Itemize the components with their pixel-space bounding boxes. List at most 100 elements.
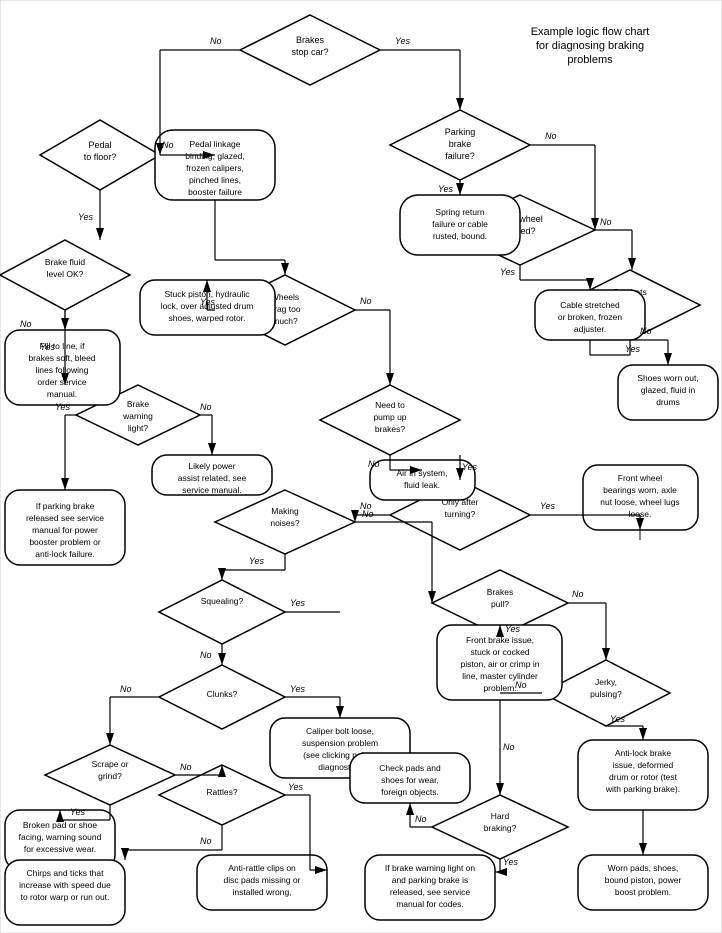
caliper-bolt-text1: Caliper bolt loose, bbox=[306, 726, 374, 736]
brake-warning-codes-text3: released, see service bbox=[390, 887, 471, 897]
shoes-worn-text3: drums bbox=[656, 397, 680, 407]
power-assist-text1: Likely power bbox=[188, 461, 235, 471]
no-label-scrape: No bbox=[180, 762, 192, 772]
power-assist-text2: assist related, see bbox=[178, 473, 247, 483]
parking-brake-failure-label2: brake bbox=[449, 139, 472, 149]
shoes-worn-text2: glazed, fluid in bbox=[641, 385, 696, 395]
anti-rattle-text1: Anti-rattle clips on bbox=[228, 863, 296, 873]
brakes-pull-label: Brakes bbox=[487, 587, 513, 597]
no-label-clunks: No bbox=[120, 684, 132, 694]
need-pump-brakes-label3: brakes? bbox=[375, 424, 406, 434]
front-brake-issue-text2: stuck or cocked bbox=[470, 647, 529, 657]
title: Example logic flow chart bbox=[531, 26, 650, 38]
parking-brake-failure-label3: failure? bbox=[445, 151, 475, 161]
brake-warning-light-label: Brake bbox=[127, 399, 149, 409]
rattles-label: Rattles? bbox=[206, 787, 237, 797]
hard-braking-label: Hard bbox=[491, 811, 510, 821]
yes-label-squealing: Yes bbox=[290, 598, 306, 608]
need-pump-brakes-label2: pump up bbox=[373, 412, 406, 422]
yes-label-jerky: Yes bbox=[610, 714, 626, 724]
pedal-to-floor-label2: to floor? bbox=[84, 152, 117, 162]
making-noises-label2: noises? bbox=[270, 518, 300, 528]
chirps-ticks-text3: to rotor warp or run out. bbox=[21, 892, 110, 902]
front-wheel-bearings-text3: nut loose, wheel lugs bbox=[600, 497, 679, 507]
yes-label-2: Yes bbox=[78, 212, 94, 222]
yes-label-3: Yes bbox=[40, 342, 56, 352]
yes-label-needpump: Yes bbox=[462, 462, 478, 472]
if-parking-brake-text4: booster problem or bbox=[29, 537, 101, 547]
no-label-rearwheel: No bbox=[600, 217, 612, 227]
no-label-hardbrake-path: No bbox=[503, 742, 515, 752]
yes-label-brakespull: Yes bbox=[505, 624, 521, 634]
yes-label-parking: Yes bbox=[438, 184, 454, 194]
yes-label-clunks: Yes bbox=[290, 684, 306, 694]
no-label-makingnoises: No bbox=[362, 509, 374, 519]
stuck-piston-text3: shoes, warped rotor. bbox=[168, 313, 245, 323]
check-pads-text1: Check pads and bbox=[379, 763, 441, 773]
fill-to-line-text2: brakes soft, bleed bbox=[28, 353, 95, 363]
no-label-needpump: No bbox=[368, 459, 380, 469]
chirps-ticks-text1: Chirps and ticks that bbox=[26, 868, 104, 878]
pedal-linkage-text3: frozen calipers, bbox=[186, 163, 244, 173]
jerky-pulsing-label: Jerky, bbox=[595, 677, 617, 687]
cable-stretched-text1: Cable stretched bbox=[560, 300, 620, 310]
anti-lock-text4: with parking brake). bbox=[605, 784, 680, 794]
no-label-fill: No bbox=[20, 319, 32, 329]
anti-lock-text3: drum or rotor (test bbox=[609, 772, 678, 782]
front-brake-issue-text5: problem. bbox=[483, 683, 516, 693]
pedal-linkage-text1: Pedal linkage bbox=[189, 139, 240, 149]
need-pump-brakes-label: Need to bbox=[375, 400, 405, 410]
no-label-hardbraking: No bbox=[415, 814, 427, 824]
yes-label-1: Yes bbox=[395, 36, 411, 46]
if-parking-brake-text5: anti-lock failure. bbox=[35, 549, 95, 559]
brake-warning-codes-text4: manual for codes. bbox=[396, 899, 464, 909]
anti-rattle-text2: disc pads missing or bbox=[223, 875, 300, 885]
front-brake-issue-text4: line, master cylinder bbox=[462, 671, 538, 681]
broken-pad-text3: for excessive wear. bbox=[24, 844, 96, 854]
squealing-label: Squealing? bbox=[201, 596, 244, 606]
power-assist-text3: service manual. bbox=[182, 485, 242, 495]
brake-warning-light-label2: warning bbox=[122, 411, 153, 421]
chirps-ticks-text2: increase with speed due bbox=[19, 880, 111, 890]
no-label-bwl: No bbox=[200, 402, 212, 412]
no-label-squealing: No bbox=[200, 650, 212, 660]
worn-pads-text2: bound piston, power bbox=[605, 875, 682, 885]
pedal-linkage-text4: pinched lines, bbox=[189, 175, 241, 185]
parking-brake-failure-label: Parking bbox=[445, 127, 476, 137]
yes-label-ratchets: Yes bbox=[625, 344, 641, 354]
yes-label-makingnoises: Yes bbox=[249, 556, 265, 566]
shoes-worn-text1: Shoes worn out, bbox=[637, 373, 698, 383]
yes-label-scrape: Yes bbox=[70, 807, 86, 817]
worn-pads-text3: boost problem. bbox=[615, 887, 671, 897]
yes-label-onlyafter: Yes bbox=[540, 501, 556, 511]
title-line2: for diagnosing braking bbox=[536, 40, 644, 52]
spring-return-text3: rusted, bound. bbox=[433, 231, 487, 241]
no-label-ratchets: No bbox=[640, 326, 652, 336]
anti-lock-text1: Anti-lock brake bbox=[615, 748, 671, 758]
spring-return-text2: failure or cable bbox=[432, 219, 488, 229]
fill-to-line-text5: manual. bbox=[47, 389, 77, 399]
air-in-system-text2: fluid leak. bbox=[404, 480, 440, 490]
if-parking-brake-text2: released see service bbox=[26, 513, 104, 523]
if-parking-brake-text1: If parking brake bbox=[36, 501, 95, 511]
brake-fluid-label: Brake fluid bbox=[45, 257, 85, 267]
jerky-pulsing-label2: pulsing? bbox=[590, 689, 622, 699]
no-label-rattles: No bbox=[200, 836, 212, 846]
check-pads-text3: foreign objects. bbox=[381, 787, 439, 797]
scrape-grind-label2: grind? bbox=[98, 771, 122, 781]
front-brake-issue-text3: piston, air or crimp in bbox=[461, 659, 540, 669]
anti-lock-text2: issue, deformed bbox=[613, 760, 674, 770]
if-parking-brake-text3: manual for power bbox=[32, 525, 98, 535]
pedal-linkage-text5: booster failure bbox=[188, 187, 242, 197]
cable-stretched-text2: or broken, frozen bbox=[558, 312, 623, 322]
anti-rattle-text3: installed wrong, bbox=[232, 887, 291, 897]
no-label-parking: No bbox=[545, 131, 557, 141]
pedal-to-floor-label: Pedal bbox=[88, 140, 111, 150]
brake-warning-codes-text2: and parking brake is bbox=[392, 875, 469, 885]
clunks-label: Clunks? bbox=[207, 689, 238, 699]
wheels-drag-label3: much? bbox=[272, 316, 298, 326]
brake-warning-codes-text1: If brake warning light on bbox=[385, 863, 476, 873]
yes-label-bwl: Yes bbox=[55, 402, 71, 412]
brakes-stop-car-label: Brakes bbox=[296, 35, 325, 45]
no-label-brakespull: No bbox=[572, 589, 584, 599]
